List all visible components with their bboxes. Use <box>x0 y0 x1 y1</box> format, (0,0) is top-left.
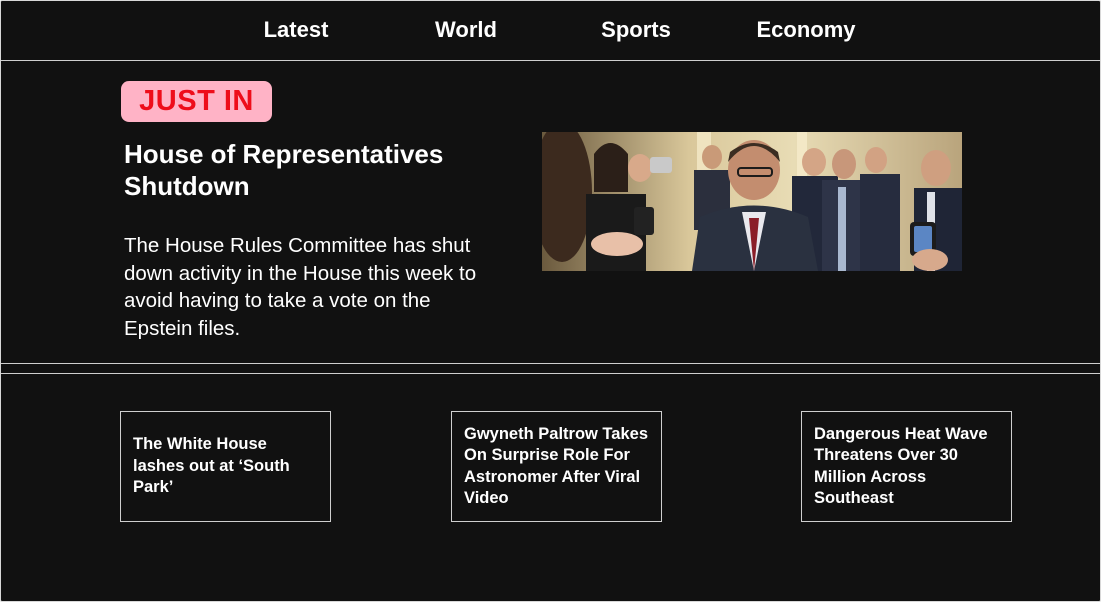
section-divider <box>1 373 1100 374</box>
story-card[interactable]: Dangerous Heat Wave Threatens Over 30 Mi… <box>801 411 1012 522</box>
nav-item-latest[interactable]: Latest <box>246 1 346 59</box>
hero-headline[interactable]: House of Representatives Shutdown <box>124 138 504 202</box>
just-in-badge: JUST IN <box>121 81 272 122</box>
story-card[interactable]: Gwyneth Paltrow Takes On Surprise Role F… <box>451 411 662 522</box>
nav-item-sports[interactable]: Sports <box>586 1 686 59</box>
top-nav: Latest World Sports Economy <box>1 1 1100 61</box>
press-crowd-image <box>542 132 962 271</box>
story-card[interactable]: The White House lashes out at ‘South Par… <box>120 411 331 522</box>
hero-summary: The House Rules Committee has shut down … <box>124 234 477 340</box>
nav-item-economy[interactable]: Economy <box>746 1 866 59</box>
story-card-title: Gwyneth Paltrow Takes On Surprise Role F… <box>464 424 648 508</box>
hero-photo[interactable] <box>542 132 962 271</box>
page: Latest World Sports Economy JUST IN Hous… <box>0 0 1101 602</box>
hero-divider <box>1 363 1100 364</box>
nav-item-world[interactable]: World <box>416 1 516 59</box>
story-card-title: Dangerous Heat Wave Threatens Over 30 Mi… <box>814 424 988 508</box>
story-card-title: The White House lashes out at ‘South Par… <box>133 435 290 497</box>
